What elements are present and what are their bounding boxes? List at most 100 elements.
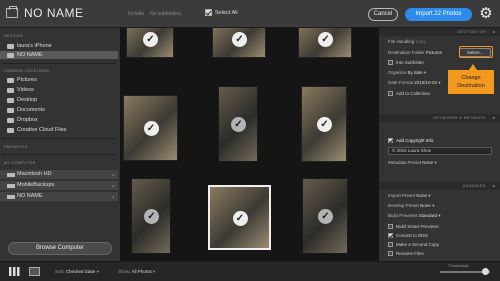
- drive-label: NO NAME: [17, 193, 43, 199]
- slider-knob[interactable]: [482, 268, 489, 275]
- drive-item-mobilebackups[interactable]: MobileBackups ◂: [0, 181, 118, 190]
- advanced-header[interactable]: ADVANCED: [379, 182, 500, 190]
- divider: [2, 138, 116, 139]
- rename-files-checkbox[interactable]: [388, 251, 393, 256]
- photo-grid: ✓ ✓ ✓ ✓ ✓ ✓ ✓ ✓ ✓: [120, 28, 379, 261]
- make-second-copy-label: Make a Second Copy: [396, 242, 440, 247]
- develop-preset-label: Develop Preset: [388, 203, 419, 208]
- location-item-creative-cloud[interactable]: Creative Cloud Files: [0, 126, 118, 134]
- file-handling-text: File Handling: [388, 39, 415, 44]
- gear-icon[interactable]: ⚙: [478, 6, 494, 22]
- photo-thumbnail[interactable]: ✓: [298, 28, 352, 58]
- location-item-desktop[interactable]: Desktop: [0, 96, 118, 104]
- location-label: Documents: [17, 107, 45, 113]
- build-smart-previews-label: Build Smart Previews: [396, 224, 439, 229]
- photo-thumbnail[interactable]: ✓: [123, 95, 178, 161]
- expand-arrow-icon[interactable]: ◂: [112, 181, 114, 190]
- folder-icon: [7, 118, 14, 123]
- organize-value[interactable]: By date: [408, 70, 423, 75]
- organize-row[interactable]: Organize By date ▾: [388, 70, 426, 76]
- file-handling-value[interactable]: Copy: [416, 39, 427, 44]
- sort-value[interactable]: Checked State: [66, 269, 96, 274]
- drive-item-macintosh-hd[interactable]: Macintosh HD ◂: [0, 170, 118, 179]
- checkmark-icon[interactable]: ✓: [317, 117, 332, 132]
- checkmark-icon[interactable]: ✓: [143, 121, 159, 136]
- device-item-iphone[interactable]: laura's iPhone: [0, 42, 118, 50]
- folder-icon: [7, 128, 14, 133]
- checkmark-icon[interactable]: ✓: [318, 209, 333, 224]
- expand-arrow-icon[interactable]: ◂: [112, 192, 114, 201]
- show-control[interactable]: Show: All Photos ▾: [118, 269, 155, 275]
- photo-thumbnail[interactable]: ✓: [126, 28, 174, 58]
- checkmark-icon[interactable]: ✓: [232, 210, 248, 226]
- import-button[interactable]: Import 22 Photos: [405, 8, 472, 21]
- destination-panel: DESTINATION File Handling Copy Destinati…: [379, 28, 500, 261]
- location-label: Dropbox: [17, 117, 38, 123]
- location-label: Videos: [17, 87, 34, 93]
- build-previews-label: Build Previews: [388, 213, 418, 218]
- source-title[interactable]: NO NAME: [24, 6, 84, 20]
- build-previews-row[interactable]: Build Previews Standard ▾: [388, 213, 441, 219]
- cancel-button[interactable]: Cancel: [368, 8, 398, 21]
- device-item-no-name[interactable]: NO NAME: [0, 51, 118, 59]
- grid-view-icon[interactable]: [9, 267, 20, 276]
- add-to-collection-checkbox[interactable]: [388, 91, 393, 96]
- destination-folder-label: Destination Folder Pictures: [388, 50, 442, 55]
- photo-thumbnail[interactable]: ✓: [218, 86, 258, 162]
- photo-thumbnail[interactable]: ✓: [131, 178, 171, 254]
- checkmark-icon[interactable]: ✓: [232, 32, 247, 47]
- show-value[interactable]: All Photos: [132, 269, 152, 274]
- develop-preset-row[interactable]: Develop Preset None ▾: [388, 203, 434, 209]
- drive-label: MobileBackups: [17, 182, 55, 188]
- date-format-row[interactable]: Date Format 2015/10-03 ▾: [388, 80, 441, 86]
- keywords-metadata-header[interactable]: KEYWORDS & METADATA: [379, 114, 500, 122]
- convert-to-dng-checkbox[interactable]: [388, 233, 393, 238]
- checkmark-icon[interactable]: ✓: [318, 32, 333, 47]
- location-item-documents[interactable]: Documents: [0, 106, 118, 114]
- add-copyright-checkbox[interactable]: [388, 138, 393, 143]
- sort-control[interactable]: Sort: Checked State ▾: [55, 269, 99, 275]
- into-subfolder-checkbox[interactable]: [388, 60, 393, 65]
- import-preset-value[interactable]: None: [416, 193, 427, 198]
- expand-arrow-icon[interactable]: ◂: [112, 170, 114, 179]
- build-smart-previews-checkbox[interactable]: [388, 224, 393, 229]
- checkmark-icon[interactable]: ✓: [231, 117, 246, 132]
- into-subfolder-label: Into Subfolder: [396, 60, 425, 65]
- subfolders-option[interactable]: No subfolders: [150, 11, 181, 17]
- location-label: Desktop: [17, 97, 38, 103]
- loupe-view-icon[interactable]: [29, 267, 40, 276]
- photo-thumbnail[interactable]: ✓: [301, 86, 347, 162]
- select-all-label[interactable]: Select All: [215, 10, 238, 16]
- drive-label: Macintosh HD: [17, 171, 52, 177]
- select-all-checkbox[interactable]: [205, 9, 212, 16]
- drive-icon: [7, 195, 15, 199]
- metadata-preset-value[interactable]: None: [422, 160, 433, 165]
- photo-thumbnail[interactable]: ✓: [212, 28, 266, 58]
- date-format-label: Date Format: [388, 80, 414, 85]
- destination-header[interactable]: DESTINATION: [379, 28, 500, 36]
- drive-item-no-name[interactable]: NO NAME ◂: [0, 192, 118, 201]
- develop-preset-value[interactable]: None: [420, 203, 431, 208]
- convert-to-dng-label: Convert to DNG: [396, 233, 429, 238]
- checkmark-icon[interactable]: ✓: [144, 209, 159, 224]
- date-format-value[interactable]: 2015/10-03: [414, 80, 437, 85]
- copyright-field[interactable]: © 2015 Laura Shoe: [388, 147, 492, 155]
- checkmark-icon[interactable]: ✓: [143, 32, 158, 47]
- location-item-pictures[interactable]: Pictures: [0, 76, 118, 84]
- location-item-dropbox[interactable]: Dropbox: [0, 116, 118, 124]
- build-previews-value[interactable]: Standard: [419, 213, 437, 218]
- folder-icon: [7, 88, 14, 93]
- photo-thumbnail-selected[interactable]: ✓: [208, 185, 271, 250]
- location-item-videos[interactable]: Videos: [0, 86, 118, 94]
- divider: [2, 63, 116, 64]
- make-second-copy-checkbox[interactable]: [388, 242, 393, 247]
- photo-thumbnail[interactable]: ✓: [302, 178, 348, 254]
- browse-computer-button[interactable]: Browse Computer: [8, 242, 112, 255]
- import-preset-row[interactable]: Import Preset None ▾: [388, 193, 431, 199]
- metadata-preset-row[interactable]: Metadata Preset None ▾: [388, 160, 437, 166]
- device-label: laura's iPhone: [17, 43, 52, 49]
- import-preset-label: Import Preset: [388, 193, 416, 198]
- drive-icon: [7, 184, 15, 188]
- add-to-collection-label: Add to Collection: [396, 91, 431, 96]
- include-label: Include: [128, 11, 145, 17]
